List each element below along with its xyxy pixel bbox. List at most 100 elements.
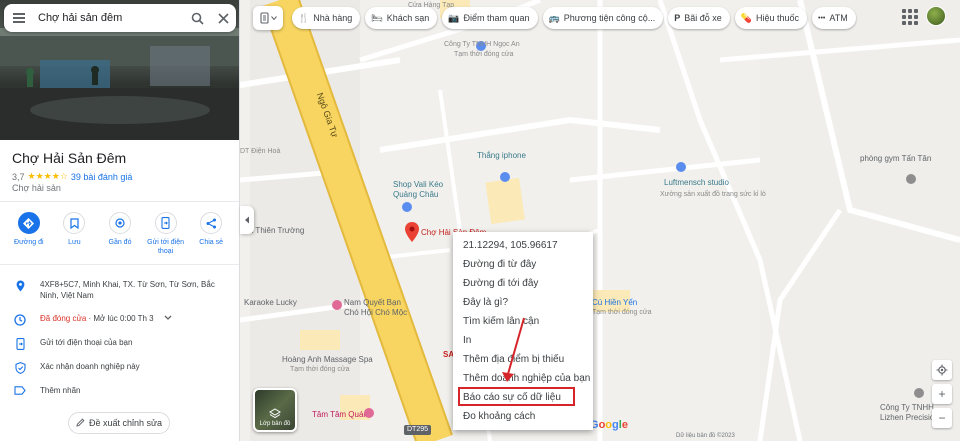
send-to-phone-button[interactable]: Gửi tới điện thoại [145,212,187,256]
chip-attractions[interactable]: 📷 Điểm tham quan [442,7,538,29]
chip-pharmacy[interactable]: 💊 Hiệu thuốc [734,7,807,29]
chip-label: Hiệu thuốc [755,13,799,23]
place-panel: Chợ hải sản đêm Chợ Hải Sản Đêm 3,7 ★★★★… [0,0,240,441]
map-label-iphone: Thắng iphone [477,151,526,160]
action-buttons: Đường đi Lưu Gần đó Gửi tới điện thoại C… [0,212,239,256]
nearby-button[interactable]: Gần đó [99,212,141,256]
directions-button[interactable]: Đường đi [8,212,50,256]
place-title: Chợ Hải Sản Đêm [12,150,127,166]
transit-icon: 🚌 [548,12,560,23]
category-chips: 🍴 Nhà hàng 🛏 Khách sạn 📷 Điểm tham quan … [292,7,856,29]
poi-marker-vali-shop[interactable] [402,202,412,212]
close-icon[interactable] [210,4,236,32]
pencil-icon [76,417,85,429]
context-item-coordinates[interactable]: 21.12294, 105.96617 [453,236,593,255]
save-button[interactable]: Lưu [53,212,95,256]
rating-stars-icon: ★★★★☆ [27,171,68,181]
share-icon [200,212,223,234]
send-to-phone-label: Gửi tới điện thoại [147,239,185,255]
road-shield-dt295: DT295 [404,425,432,435]
map-canvas[interactable]: Ngô Gia Tự DT295 Cửa Hàng Tạp Công Ty TN… [240,0,960,441]
layers-icon [269,408,281,419]
poi-marker-luftmensch[interactable] [676,162,686,172]
annotation-highlight-box [458,387,575,406]
location-pin-icon [0,279,40,292]
hours-status: Đã đóng cửa [40,314,87,323]
context-item-directions-from[interactable]: Đường đi từ đây [453,255,593,274]
poi-marker-nam-quyet[interactable] [332,300,342,310]
context-item-directions-to[interactable]: Đường đi tới đây [453,274,593,293]
google-apps-icon[interactable] [902,9,918,25]
zoom-out-button[interactable]: − [932,408,952,428]
chevron-left-icon [245,216,249,224]
claim-row[interactable]: Xác nhận doanh nghiệp này [0,361,239,374]
label-icon [0,385,40,395]
pharmacy-icon: 💊 [740,12,752,23]
directions-label: Đường đi [14,239,44,246]
chip-label: Phương tiện công cộ... [563,13,656,23]
phone-send-icon [154,212,177,234]
map-label-temp-closed: Tạm thời đóng cửa [454,51,514,58]
chip-label: Bãi đỗ xe [684,13,722,23]
menu-icon[interactable] [4,4,34,32]
poi-marker-tam-quan[interactable] [364,408,374,418]
nearby-icon [108,212,131,234]
share-label: Chia sẻ [199,239,224,246]
phone-send-icon [0,337,40,350]
market-pin-icon[interactable] [405,222,419,247]
divider [0,264,239,265]
parking-icon: P [674,13,681,23]
map-label-massage: Hoàng Anh Massage Spa [282,355,373,364]
suggest-edit-button[interactable]: Đề xuất chỉnh sửa [68,412,170,434]
my-location-button[interactable] [932,360,952,380]
poi-marker-iphone[interactable] [500,172,510,182]
map-label-hieu-yen: Cú Hiền Yến [592,298,638,307]
context-item-add-missing-place[interactable]: Thêm địa điểm bị thiếu [453,350,593,369]
context-item-print[interactable]: In [453,331,593,350]
layers-label: Lớp bản đồ [259,421,291,427]
chip-hotels[interactable]: 🛏 Khách sạn [365,7,438,29]
hours-next: · Mở lúc 0:00 Th 3 [86,314,154,323]
map-apps-toggle[interactable] [253,6,283,30]
clock-icon [0,313,40,326]
avatar[interactable] [926,6,946,26]
map-layers-button[interactable]: Lớp bản đồ [253,388,297,432]
search-input[interactable]: Chợ hải sản đêm [34,12,184,24]
chip-parking[interactable]: P Bãi đỗ xe [668,7,730,29]
context-item-whats-here[interactable]: Đây là gì? [453,293,593,312]
context-item-add-business[interactable]: Thêm doanh nghiệp của bạn [453,369,593,388]
google-logo: Google [590,419,628,431]
map-label-massage-closed: Tạm thời đóng cửa [290,366,350,373]
chevron-down-icon[interactable] [164,313,172,324]
map-copyright: Dữ liệu bản đồ ©2023 [676,433,735,439]
poi-marker-lizhen[interactable] [914,388,924,398]
map-label-luftmensch-sub: Xưởng sản xuất đồ trang sức kỉ lò [660,191,766,198]
address-row[interactable]: 4XF8+5C7, Minh Khai, TX. Từ Sơn, Từ Sơn,… [0,279,239,301]
directions-icon [17,212,40,234]
restaurant-list-icon [259,12,269,24]
reviews-link[interactable]: 39 bài đánh giá [71,172,133,182]
context-item-measure-distance[interactable]: Đo khoảng cách [453,407,593,426]
search-icon[interactable] [184,4,210,32]
chip-transit[interactable]: 🚌 Phương tiện công cộ... [542,7,664,29]
place-category[interactable]: Chợ hải sản [12,183,61,193]
poi-marker-gym[interactable] [906,174,916,184]
map-label-dien-hoa: DT Điện Hoà [240,148,281,155]
add-label-row[interactable]: Thêm nhãn [0,385,239,396]
send-phone-row[interactable]: Gửi tới điện thoại của bạn [0,337,239,350]
share-button[interactable]: Chia sẻ [190,212,232,256]
hours-row[interactable]: Đã đóng cửa · Mở lúc 0:00 Th 3 [0,313,239,326]
zoom-in-button[interactable]: + [932,384,952,404]
context-item-search-nearby[interactable]: Tìm kiếm lân cận [453,312,593,331]
restaurant-icon: 🍴 [298,12,310,23]
search-box[interactable]: Chợ hải sản đêm [4,4,236,32]
chip-label: Điểm tham quan [463,13,530,23]
map-label-vali-shop: Shop Vali Kéo Quảng Châu [393,180,444,199]
map-label-tam-quan: Tâm Tâm Quán [312,410,368,419]
camera-icon: 📷 [448,12,460,23]
chip-restaurants[interactable]: 🍴 Nhà hàng [292,7,361,29]
address-text: 4XF8+5C7, Minh Khai, TX. Từ Sơn, Từ Sơn,… [40,280,215,300]
chip-atm[interactable]: ••• ATM [812,7,856,29]
chip-label: Nhà hàng [313,13,353,23]
collapse-panel-button[interactable] [240,206,254,234]
